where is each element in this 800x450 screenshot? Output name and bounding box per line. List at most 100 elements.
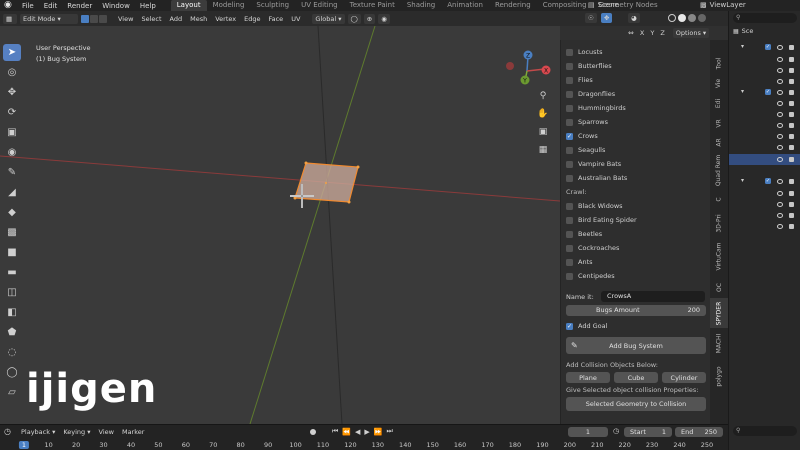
render-camera-icon[interactable]	[789, 101, 794, 106]
timeline-menu-view[interactable]: View	[95, 428, 118, 436]
visibility-eye-icon[interactable]	[777, 134, 783, 139]
checkbox[interactable]	[566, 244, 573, 252]
timeline-menu-playback[interactable]: Playback ▾	[17, 428, 59, 436]
inset-tool-icon[interactable]: ■	[3, 244, 21, 261]
checkbox[interactable]	[566, 160, 573, 168]
mirror-x-toggle[interactable]: X	[640, 29, 644, 37]
visibility-eye-icon[interactable]	[777, 112, 783, 117]
collection-include-checkbox[interactable]: ✓	[765, 44, 771, 50]
current-frame-field[interactable]: 1	[568, 427, 608, 437]
render-camera-icon[interactable]	[789, 224, 794, 229]
gizmo-toggle-icon[interactable]: ✥	[601, 13, 613, 23]
fly-bug-checkbox-row[interactable]: Seagulls	[561, 143, 710, 157]
sidebar-tab-polygo[interactable]: polygo	[710, 358, 728, 394]
render-camera-icon[interactable]	[789, 145, 794, 150]
visibility-eye-icon[interactable]	[777, 90, 783, 95]
solid-shading-icon[interactable]	[678, 14, 686, 22]
mesh-vertex[interactable]	[347, 200, 351, 204]
add-bug-system-button[interactable]: ✎ Add Bug System	[566, 337, 706, 354]
sidebar-tab-vie[interactable]: Vie	[710, 74, 728, 92]
mode-dropdown[interactable]: Edit Mode ▾	[20, 13, 78, 24]
face-select-icon[interactable]	[99, 14, 107, 23]
scene-selector[interactable]: ▤ Scene	[588, 1, 619, 9]
crawl-bug-checkbox-row[interactable]: Centipedes	[561, 269, 710, 283]
sidebar-tab-oc[interactable]: OC	[710, 280, 728, 294]
sidebar-tab-machi[interactable]: MACHI	[710, 330, 728, 356]
render-camera-icon[interactable]	[789, 79, 794, 84]
outliner-row[interactable]	[729, 65, 800, 76]
menu-file[interactable]: File	[17, 2, 39, 10]
outliner-row[interactable]	[729, 221, 800, 232]
outliner-row[interactable]	[729, 109, 800, 120]
crawl-bug-checkbox-row[interactable]: Black Widows	[561, 199, 710, 213]
outliner-row[interactable]	[729, 54, 800, 65]
visibility-eye-icon[interactable]	[777, 213, 783, 218]
workspace-tab-texture-paint[interactable]: Texture Paint	[344, 0, 401, 11]
render-camera-icon[interactable]	[789, 112, 794, 117]
keyframe-record-icon[interactable]	[310, 428, 316, 435]
select-box-tool-icon[interactable]: ➤	[3, 44, 21, 61]
editor-type-button[interactable]: ▦	[3, 13, 17, 24]
view-layer-selector[interactable]: ▩ ViewLayer	[700, 1, 746, 9]
edge-select-icon[interactable]	[90, 14, 98, 23]
viewport-menu-uv[interactable]: UV	[287, 15, 304, 23]
add-goal-checkbox-row[interactable]: ✓ Add Goal	[561, 319, 710, 333]
end-frame-field[interactable]: End 250	[675, 427, 723, 437]
perspective-toggle-icon[interactable]: ▦	[535, 145, 551, 160]
mirror-icon[interactable]: ⇔	[628, 29, 634, 37]
outliner-scene-row[interactable]: ▦ Sce	[733, 27, 753, 35]
checkmark-icon[interactable]: ✓	[566, 132, 573, 140]
blender-logo-icon[interactable]: ◉	[4, 1, 14, 10]
timeline-menu-marker[interactable]: Marker	[118, 428, 148, 436]
menu-edit[interactable]: Edit	[39, 2, 63, 10]
material-shading-icon[interactable]	[688, 14, 696, 22]
workspace-tab-animation[interactable]: Animation	[441, 0, 489, 11]
add-cylinder-collision-button[interactable]: Cylinder	[662, 372, 706, 383]
outliner-row[interactable]	[729, 76, 800, 87]
visibility-eye-icon[interactable]	[777, 101, 783, 106]
sidebar-tab-quad-rem[interactable]: Quad Rem	[710, 152, 728, 188]
visibility-eye-icon[interactable]	[777, 68, 783, 73]
fly-bug-checkbox-row[interactable]: Sparrows	[561, 115, 710, 129]
visibility-eye-icon[interactable]	[777, 157, 783, 162]
workspace-tab-shading[interactable]: Shading	[401, 0, 441, 11]
gizmo-neg-x-icon[interactable]	[506, 62, 514, 70]
spin-tool-icon[interactable]: ◌	[3, 344, 21, 361]
visibility-eye-icon[interactable]	[777, 202, 783, 207]
fly-bug-checkbox-row[interactable]: ✓ Crows	[561, 129, 710, 143]
jump-start-icon[interactable]: ⏮	[332, 427, 338, 436]
mesh-vertex[interactable]	[304, 161, 308, 165]
outliner-row[interactable]	[729, 199, 800, 210]
workspace-tab-modeling[interactable]: Modeling	[207, 0, 251, 11]
timeline-menu-keying[interactable]: Keying ▾	[59, 428, 94, 436]
smooth-tool-icon[interactable]: ◯	[3, 364, 21, 381]
mesh-vertex[interactable]	[356, 165, 360, 169]
prev-keyframe-icon[interactable]: ⏪	[342, 428, 351, 436]
outliner-row[interactable]: ▾ ✓	[729, 176, 800, 187]
fly-bug-checkbox-row[interactable]: Locusts	[561, 45, 710, 59]
add-cube-tool-icon[interactable]: ◆	[3, 204, 21, 221]
checkbox[interactable]	[566, 48, 573, 56]
transform-orientation-dropdown[interactable]: Global ▾	[312, 13, 345, 24]
outliner-row[interactable]	[729, 131, 800, 142]
collection-include-checkbox[interactable]: ✓	[765, 178, 771, 184]
sidebar-tab-vr[interactable]: VR	[710, 114, 728, 132]
render-camera-icon[interactable]	[789, 68, 794, 73]
play-icon[interactable]: ▶	[364, 428, 369, 436]
checkbox[interactable]	[566, 202, 573, 210]
move-tool-icon[interactable]: ✥	[3, 84, 21, 101]
render-camera-icon[interactable]	[789, 202, 794, 207]
viewport-menu-face[interactable]: Face	[264, 15, 287, 23]
workspace-tab-sculpting[interactable]: Sculpting	[250, 0, 295, 11]
collection-expand-icon[interactable]: ▾	[741, 177, 744, 184]
viewport-menu-vertex[interactable]: Vertex	[211, 15, 240, 23]
outliner-row[interactable]	[729, 210, 800, 221]
measure-tool-icon[interactable]: ◢	[3, 184, 21, 201]
transform-tool-icon[interactable]: ◉	[3, 144, 21, 161]
checkmark-icon[interactable]: ✓	[566, 322, 573, 330]
outliner-row[interactable]	[729, 120, 800, 131]
play-reverse-icon[interactable]: ◀	[355, 428, 360, 436]
viewport-canvas[interactable]	[0, 26, 560, 424]
cursor-tool-icon[interactable]: ◎	[3, 64, 21, 81]
viewport-visibility-icon[interactable]: ☉	[585, 13, 597, 23]
